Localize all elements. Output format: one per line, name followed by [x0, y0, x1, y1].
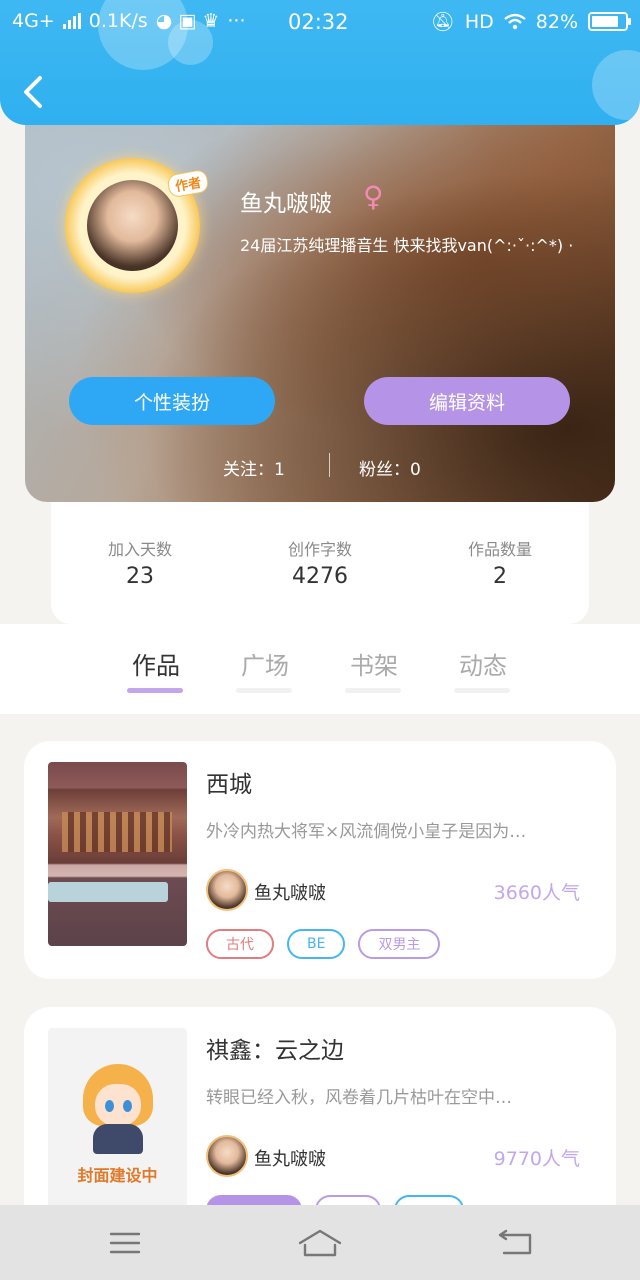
tab-label: 作品 [132, 652, 180, 680]
battery-icon [588, 12, 631, 31]
tab-bar: 作品 广场 书架 动态 [0, 624, 640, 714]
work-card[interactable]: 西城 外冷内热大将军×风流倜傥小皇子是因为… 鱼丸啵啵 3660人气 古代 BE… [24, 741, 616, 979]
tab-label: 广场 [241, 652, 289, 680]
user-bio: 24届江苏纯理播音生 快来找我van(^:·ˇ·:^*) · [240, 236, 574, 255]
mascot-body [92, 1124, 143, 1154]
more-notifications-icon: ··· [227, 10, 246, 32]
avatar[interactable]: 作者 [65, 158, 210, 293]
wifi-icon [504, 13, 526, 29]
tab-works[interactable]: 作品 [116, 646, 196, 693]
tab-underline [345, 688, 401, 693]
book-cover-placeholder[interactable]: 封面建设中 [48, 1028, 187, 1212]
network-type: 4G+ [12, 10, 55, 32]
stat-works-count: 作品数量 2 [430, 536, 570, 589]
stat-value: 2 [493, 564, 507, 589]
tab-underline [127, 688, 183, 693]
author-name: 鱼丸啵啵 [254, 1149, 326, 1170]
author-name: 鱼丸啵啵 [254, 883, 326, 904]
following-count[interactable]: 关注：1 [223, 455, 285, 480]
stat-value: 4276 [292, 564, 348, 589]
stat-join-days: 加入天数 23 [70, 536, 210, 589]
tab-activity[interactable]: 动态 [443, 646, 523, 693]
menu-icon [109, 1232, 141, 1254]
tab-label: 书架 [350, 652, 398, 680]
menu-button[interactable] [100, 1223, 150, 1263]
book-cover[interactable] [48, 762, 187, 946]
profile-card: 作者 鱼丸啵啵 ♀ 24届江苏纯理播音生 快来找我van(^:·ˇ·:^*) ·… [25, 100, 615, 502]
header-bar: 4G+ 0.1K/s ◕ ▣ ♛ ··· 02:32 🔕︎ HD 82% [0, 0, 640, 125]
mascot-eye [122, 1100, 132, 1112]
stat-label: 加入天数 [107, 540, 172, 559]
tab-underline [454, 688, 510, 693]
tab-underline [236, 688, 292, 693]
work-title: 西城 [206, 772, 252, 798]
mascot-face [94, 1084, 141, 1126]
back-button[interactable] [18, 72, 54, 112]
avatar-photo [87, 180, 178, 271]
return-icon [498, 1229, 532, 1255]
mute-bell-icon: 🔕︎ [430, 11, 455, 33]
cover-art-window [62, 812, 172, 852]
tab-square[interactable]: 广场 [225, 646, 305, 693]
chevron-left-icon [24, 76, 42, 108]
tag[interactable]: 双男主 [358, 929, 441, 959]
stat-label: 创作字数 [287, 540, 352, 559]
stat-label: 作品数量 [467, 540, 532, 559]
signal-icon [62, 13, 81, 29]
home-icon [298, 1229, 342, 1257]
edit-profile-button[interactable]: 编辑资料 [364, 377, 570, 425]
app-notification-icon: ◕ ▣ ♛ [155, 10, 220, 32]
tag[interactable]: BE [287, 929, 346, 959]
author-avatar [206, 869, 248, 911]
hd-indicator: HD [464, 10, 494, 33]
personalize-button[interactable]: 个性装扮 [69, 377, 275, 425]
work-description: 转眼已经入秋，风卷着几片枯叶在空中… [206, 1088, 512, 1108]
status-left: 4G+ 0.1K/s ◕ ▣ ♛ ··· [12, 10, 246, 32]
battery-fill [592, 16, 619, 27]
tag-list: 古代 BE 双男主 [206, 929, 441, 959]
work-description: 外冷内热大将军×风流倜傥小皇子是因为… [206, 822, 527, 842]
mascot-illustration [79, 1064, 157, 1154]
user-name: 鱼丸啵啵 [240, 191, 332, 217]
author-avatar [206, 1135, 248, 1177]
popularity-count: 9770人气 [493, 1148, 580, 1170]
tab-label: 动态 [459, 652, 507, 680]
followers-count[interactable]: 粉丝：0 [359, 455, 421, 480]
stat-word-count: 创作字数 4276 [250, 536, 390, 589]
mascot-eye [104, 1100, 114, 1112]
follow-divider [329, 453, 330, 477]
tag[interactable]: 古代 [206, 929, 274, 959]
popularity-count: 3660人气 [493, 882, 580, 904]
network-speed: 0.1K/s [88, 10, 148, 32]
cover-art-couch [48, 882, 168, 902]
system-nav-bar [0, 1205, 640, 1280]
stats-card: 加入天数 23 创作字数 4276 作品数量 2 [51, 482, 589, 624]
female-gender-icon: ♀ [363, 180, 384, 213]
tab-bookshelf[interactable]: 书架 [334, 646, 414, 693]
battery-percent: 82% [535, 10, 578, 33]
back-nav-button[interactable] [490, 1223, 540, 1263]
work-title: 祺鑫：云之边 [206, 1038, 344, 1064]
decor-bubble [592, 50, 640, 120]
cover-placeholder-text: 封面建设中 [77, 1166, 158, 1185]
status-right: 🔕︎ HD 82% [430, 10, 631, 33]
home-button[interactable] [295, 1223, 345, 1263]
status-row: 4G+ 0.1K/s ◕ ▣ ♛ ··· 02:32 🔕︎ HD 82% [0, 8, 640, 38]
clock: 02:32 [288, 10, 349, 34]
stat-value: 23 [126, 564, 154, 589]
